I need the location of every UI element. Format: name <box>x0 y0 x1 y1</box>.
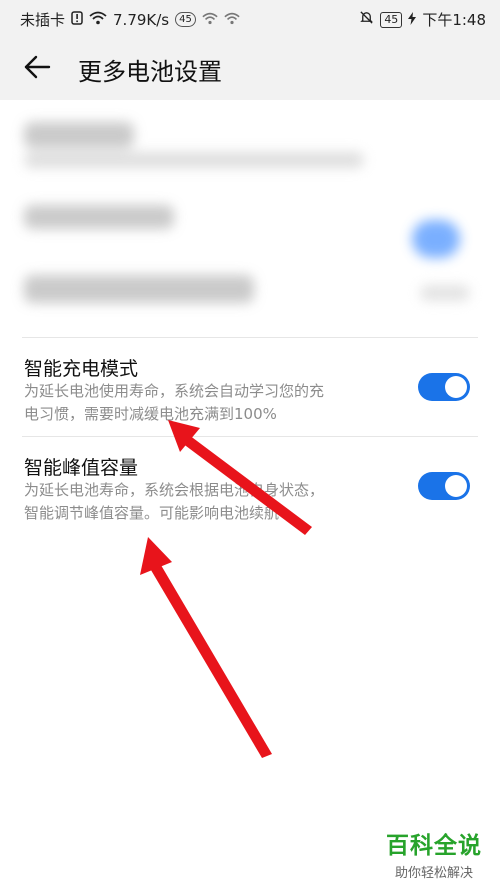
charging-icon <box>408 11 417 29</box>
toggle-knob <box>445 475 467 497</box>
smart-charging-row[interactable]: 智能充电模式 为延长电池使用寿命，系统会自动学习您的充 电习惯，需要时减缓电池充… <box>0 338 500 436</box>
peak-capacity-description: 为延长电池寿命，系统会根据电池自身状态， 智能调节峰值容量。可能影响电池续航 <box>24 479 384 525</box>
smart-charging-description: 为延长电池使用寿命，系统会自动学习您的充 电习惯，需要时减缓电池充满到100% <box>24 380 384 426</box>
bell-off-icon <box>359 10 374 29</box>
watermark-subtitle: 助你轻松解决 <box>394 866 473 881</box>
clock-text: 下午1:48 <box>422 11 486 29</box>
arrow-left-icon <box>23 55 51 83</box>
toggle-knob <box>445 376 467 398</box>
speed-text: 7.79K/s <box>113 10 170 29</box>
watermark-logo: 百科全说 助你轻松解决 <box>386 826 482 881</box>
wifi-icon <box>89 11 107 29</box>
carrier-text: 未插卡 <box>20 11 66 29</box>
back-button[interactable] <box>20 52 54 86</box>
page-title: 更多电池设置 <box>78 58 222 86</box>
peak-capacity-toggle[interactable] <box>418 472 470 500</box>
status-right: 45 下午1:48 <box>359 9 486 30</box>
description-line: 智能调节峰值容量。可能影响电池续航 <box>24 504 280 522</box>
watermark-title: 百科全说 <box>386 833 482 859</box>
battery-indicator: 45 <box>380 11 403 28</box>
wifi-icon-3 <box>224 11 240 29</box>
network-badge: 45 <box>175 12 196 27</box>
smart-charging-toggle[interactable] <box>418 373 470 401</box>
app-header: 更多电池设置 <box>0 36 500 100</box>
description-line: 电习惯，需要时减缓电池充满到100% <box>24 405 277 423</box>
annotation-arrow-icon <box>140 537 272 758</box>
peak-capacity-title: 智能峰值容量 <box>24 457 139 479</box>
status-left: 未插卡 7.79K/s 45 <box>20 9 240 30</box>
description-line: 为延长电池寿命，系统会根据电池自身状态， <box>24 481 325 499</box>
sim-alert-icon <box>71 10 83 29</box>
description-line: 为延长电池使用寿命，系统会自动学习您的充 <box>24 382 325 400</box>
peak-capacity-row[interactable]: 智能峰值容量 为延长电池寿命，系统会根据电池自身状态， 智能调节峰值容量。可能影… <box>0 437 500 535</box>
smart-charging-title: 智能充电模式 <box>24 358 139 380</box>
blurred-settings-region <box>0 100 500 335</box>
status-bar: 未插卡 7.79K/s 45 45 下午1:48 <box>0 0 500 36</box>
wifi-icon-2 <box>202 11 218 29</box>
